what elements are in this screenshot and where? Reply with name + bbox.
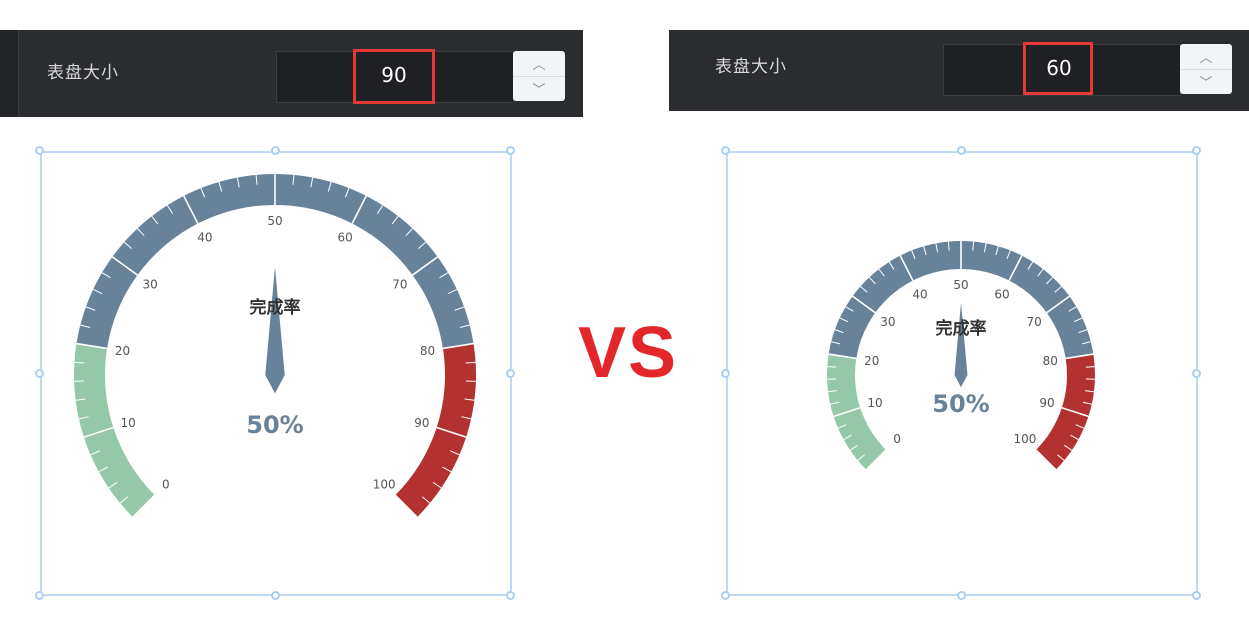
gauge-band-segment (1035, 354, 1095, 470)
gauge-tick-label: 0 (893, 432, 901, 446)
gauge-pointer (954, 303, 968, 388)
gauge-tick-label: 10 (867, 396, 882, 410)
gauge-minor-tick (1085, 366, 1095, 368)
gauge-tick-label: 90 (1039, 396, 1054, 410)
gauge-tick-label: 40 (912, 288, 927, 302)
gauge-tick-label: 20 (864, 354, 879, 368)
gauge-title: 完成率 (936, 318, 987, 339)
gauge-tick-label: 80 (1043, 354, 1058, 368)
gauge-tick-label: 70 (1026, 315, 1041, 329)
vs-label: VS (578, 313, 679, 393)
gauge-tick-label: 100 (1013, 432, 1036, 446)
gauge-band-segment (827, 354, 887, 470)
gauge-tick-label: 60 (994, 288, 1009, 302)
gauge-tick-label: 50 (953, 278, 968, 292)
gauge-value-text: 50% (932, 390, 989, 418)
gauge-tick-label: 30 (880, 315, 895, 329)
gauge-minor-tick (827, 366, 837, 368)
